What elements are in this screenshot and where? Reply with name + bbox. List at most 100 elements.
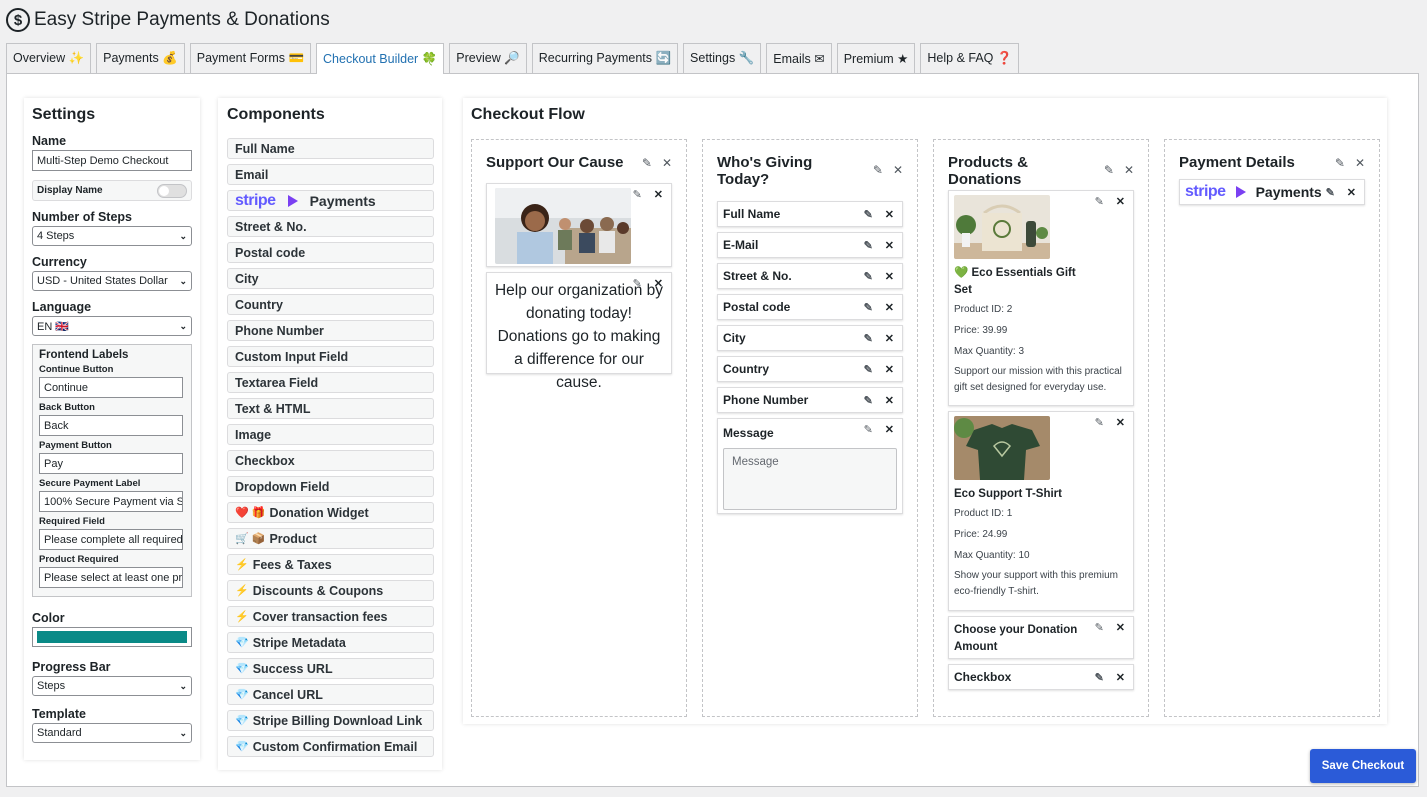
product-card[interactable]: ✎ ✕ Eco Support T-Shirt Product ID: 1 Pri… (948, 411, 1134, 611)
component-stripe-metadata[interactable]: 💎 Stripe Metadata (227, 632, 434, 653)
edit-icon[interactable]: ✎ (864, 270, 873, 283)
edit-icon[interactable]: ✎ (864, 239, 873, 252)
component-image[interactable]: Image (227, 424, 434, 445)
stripe-payments-component[interactable]: stripe Payments ✎ ✕ (1179, 179, 1365, 205)
field-component[interactable]: City ✎ ✕ (717, 325, 903, 351)
field-component[interactable]: Full Name ✎ ✕ (717, 201, 903, 227)
image-component[interactable]: ✎ ✕ (486, 183, 672, 267)
steps-select[interactable]: 4 Steps ⌄ (32, 226, 192, 246)
tab-emails[interactable]: Emails ✉ (766, 43, 832, 73)
close-icon[interactable]: ✕ (1124, 163, 1134, 177)
edit-icon[interactable]: ✎ (873, 163, 883, 177)
product-required-input[interactable]: Please select at least one product (39, 567, 183, 588)
component-postal-code[interactable]: Postal code (227, 242, 434, 263)
message-component[interactable]: ✎ ✕ Message Message (717, 418, 903, 514)
close-icon[interactable]: ✕ (885, 363, 894, 376)
field-component[interactable]: Street & No. ✎ ✕ (717, 263, 903, 289)
edit-icon[interactable]: ✎ (864, 332, 873, 345)
close-icon[interactable]: ✕ (1116, 416, 1125, 429)
component-donation-widget[interactable]: ❤️ 🎁 Donation Widget (227, 502, 434, 523)
edit-icon[interactable]: ✎ (1095, 416, 1104, 429)
edit-icon[interactable]: ✎ (1326, 186, 1335, 199)
edit-icon[interactable]: ✎ (1095, 195, 1104, 208)
edit-icon[interactable]: ✎ (1335, 156, 1345, 170)
close-icon[interactable]: ✕ (654, 277, 663, 290)
component-payments[interactable]: stripe Payments (227, 190, 434, 211)
component-street-no[interactable]: Street & No. (227, 216, 434, 237)
message-textarea[interactable]: Message (723, 448, 897, 510)
edit-icon[interactable]: ✎ (1095, 621, 1104, 634)
close-icon[interactable]: ✕ (1116, 671, 1125, 684)
close-icon[interactable]: ✕ (885, 208, 894, 221)
close-icon[interactable]: ✕ (654, 188, 663, 201)
tab-checkout-builder[interactable]: Checkout Builder 🍀 (316, 43, 445, 74)
component-stripe-billing-download-link[interactable]: 💎 Stripe Billing Download Link (227, 710, 434, 731)
tab-recurring-payments[interactable]: Recurring Payments 🔄 (531, 43, 679, 73)
close-icon[interactable]: ✕ (1116, 195, 1125, 208)
field-component[interactable]: Phone Number ✎ ✕ (717, 387, 903, 413)
tab-payments[interactable]: Payments 💰 (96, 43, 185, 73)
close-icon[interactable]: ✕ (893, 163, 903, 177)
field-component[interactable]: Postal code ✎ ✕ (717, 294, 903, 320)
continue-button-input[interactable]: Continue (39, 377, 183, 398)
edit-icon[interactable]: ✎ (1095, 671, 1104, 684)
edit-icon[interactable]: ✎ (642, 156, 652, 170)
checkbox-component[interactable]: ✎ ✕ Checkbox (948, 664, 1134, 690)
component-success-url[interactable]: 💎 Success URL (227, 658, 434, 679)
language-select[interactable]: EN 🇬🇧 ⌄ (32, 316, 192, 336)
tab-overview[interactable]: Overview ✨ (6, 43, 92, 73)
secure-payment-input[interactable]: 100% Secure Payment via Stripe (39, 491, 183, 512)
donation-widget-component[interactable]: ✎ ✕ Choose your Donation Amount (948, 616, 1134, 659)
tab-settings[interactable]: Settings 🔧 (683, 43, 762, 73)
close-icon[interactable]: ✕ (885, 270, 894, 283)
edit-icon[interactable]: ✎ (864, 208, 873, 221)
component-email[interactable]: Email (227, 164, 434, 185)
close-icon[interactable]: ✕ (1355, 156, 1365, 170)
close-icon[interactable]: ✕ (662, 156, 672, 170)
tab-help-faq[interactable]: Help & FAQ ❓ (920, 43, 1020, 73)
required-field-input[interactable]: Please complete all required fields (39, 529, 183, 550)
component-cover-transaction-fees[interactable]: ⚡ Cover transaction fees (227, 606, 434, 627)
payment-button-input[interactable]: Pay (39, 453, 183, 474)
edit-icon[interactable]: ✎ (633, 188, 642, 201)
component-phone-number[interactable]: Phone Number (227, 320, 434, 341)
edit-icon[interactable]: ✎ (1104, 163, 1114, 177)
back-button-input[interactable]: Back (39, 415, 183, 436)
field-component[interactable]: Country ✎ ✕ (717, 356, 903, 382)
template-select[interactable]: Standard ⌄ (32, 723, 192, 743)
component-dropdown-field[interactable]: Dropdown Field (227, 476, 434, 497)
component-fees-taxes[interactable]: ⚡ Fees & Taxes (227, 554, 434, 575)
tab-premium[interactable]: Premium ★ (836, 43, 916, 73)
component-discounts-coupons[interactable]: ⚡ Discounts & Coupons (227, 580, 434, 601)
tab-payment-forms[interactable]: Payment Forms 💳 (189, 43, 312, 73)
currency-select[interactable]: USD - United States Dollar ⌄ (32, 271, 192, 291)
component-product[interactable]: 🛒 📦 Product (227, 528, 434, 549)
component-textarea-field[interactable]: Textarea Field (227, 372, 434, 393)
close-icon[interactable]: ✕ (885, 332, 894, 345)
edit-icon[interactable]: ✎ (864, 423, 873, 436)
progress-bar-select[interactable]: Steps ⌄ (32, 676, 192, 696)
component-full-name[interactable]: Full Name (227, 138, 434, 159)
component-cancel-url[interactable]: 💎 Cancel URL (227, 684, 434, 705)
component-city[interactable]: City (227, 268, 434, 289)
edit-icon[interactable]: ✎ (633, 277, 642, 290)
close-icon[interactable]: ✕ (885, 394, 894, 407)
display-name-toggle[interactable] (157, 183, 187, 198)
name-input[interactable]: Multi-Step Demo Checkout (32, 150, 192, 171)
text-html-component[interactable]: ✎ ✕ Help our organization by donating tod… (486, 272, 672, 391)
component-custom-confirmation-email[interactable]: 💎 Custom Confirmation Email (227, 736, 434, 757)
edit-icon[interactable]: ✎ (864, 301, 873, 314)
product-card[interactable]: ✎ ✕ 💚 Eco Essentials Gift Set Product ID… (948, 190, 1134, 406)
tab-preview[interactable]: Preview 🔎 (449, 43, 527, 73)
close-icon[interactable]: ✕ (885, 301, 894, 314)
save-checkout-button[interactable]: Save Checkout (1310, 749, 1416, 783)
edit-icon[interactable]: ✎ (864, 394, 873, 407)
close-icon[interactable]: ✕ (885, 239, 894, 252)
component-country[interactable]: Country (227, 294, 434, 315)
color-picker[interactable] (32, 627, 192, 647)
component-checkbox[interactable]: Checkbox (227, 450, 434, 471)
close-icon[interactable]: ✕ (885, 423, 894, 436)
close-icon[interactable]: ✕ (1116, 621, 1125, 634)
field-component[interactable]: E-Mail ✎ ✕ (717, 232, 903, 258)
close-icon[interactable]: ✕ (1347, 186, 1356, 199)
